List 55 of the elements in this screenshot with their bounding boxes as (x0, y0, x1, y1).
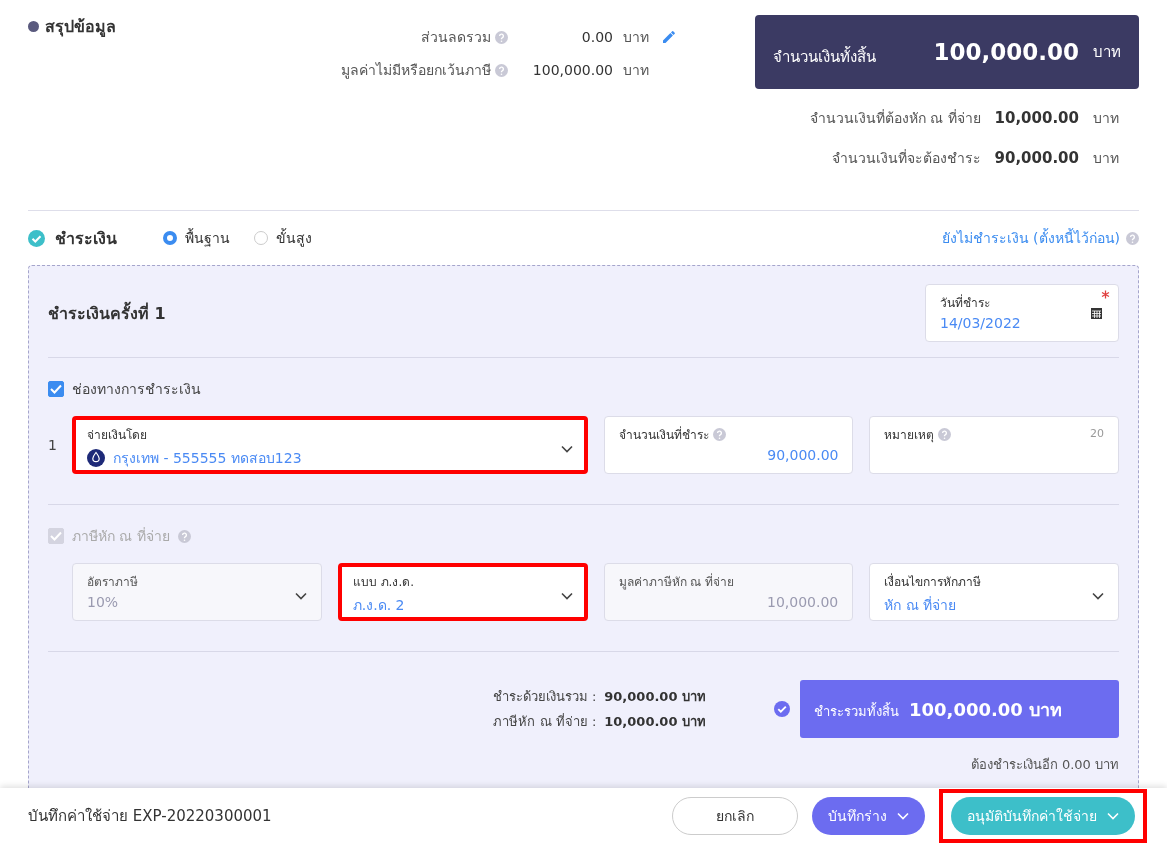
grand-total-label: ชำระรวมทั้งสิ้น (814, 701, 899, 721)
checkbox[interactable] (48, 381, 64, 397)
chevron-down-icon (294, 592, 307, 600)
summary-label: จำนวนเงินที่จะต้องชำระ (831, 148, 981, 168)
readonly-field: มูลค่าภาษีหัก ณ ที่จ่าย 10,000.00 (603, 563, 854, 621)
note-field[interactable]: หมายเหตุ 20 (869, 416, 1119, 474)
help-icon (1126, 231, 1139, 245)
summary-label: ส่วนลดรวม (421, 28, 491, 47)
section-title: ชำระเงิน (55, 227, 117, 250)
summary-value: 0.00 (580, 29, 613, 45)
document-title: บันทึกค่าใช้จ่าย EXP-20220300001 (28, 806, 272, 827)
help-icon (495, 30, 508, 44)
total-label: ภาษีหัก ณ ที่จ่าย : (493, 712, 597, 731)
row-number: 1 (48, 437, 56, 453)
total-label: จำนวนเงินทั้งสิ้น (773, 45, 876, 68)
panel-title: ชำระเงินครั้งที่ 1 (48, 300, 166, 325)
help-icon (712, 428, 726, 441)
radio-option[interactable]: ขั้นสูง (254, 227, 312, 249)
unit-label: บาท (1093, 42, 1121, 63)
calendar-icon (1091, 308, 1102, 319)
section-label: ช่องทางการชำระเงิน (72, 380, 201, 399)
unit-label: บาท (623, 61, 649, 80)
summary-value: 90,000.00 (994, 149, 1079, 167)
cancel-button[interactable]: ยกเลิก (672, 797, 798, 835)
unit-label: บาท (1093, 149, 1119, 168)
section-label: ภาษีหัก ณ ที่จ่าย (72, 526, 170, 546)
amount-field[interactable]: จำนวนเงินที่ชำระ 90,000.00 (603, 416, 854, 474)
radio-option[interactable]: พื้นฐาน (163, 227, 230, 249)
help-icon (938, 428, 952, 441)
payment-method-select[interactable]: จ่ายเงินโดย กรุงเทพ - 555555 ทดสอบ123 (72, 416, 588, 474)
summary-value: 10,000.00 (994, 109, 1079, 127)
unit-label: บาท (1093, 109, 1119, 128)
chevron-down-icon (560, 445, 573, 453)
help-icon (495, 63, 508, 77)
pencil-icon[interactable] (661, 29, 677, 45)
total-value: 90,000.00 บาท (604, 688, 706, 706)
defer-payment-link[interactable]: ยังไม่ชำระเงิน (ตั้งหนี้ไว้ก่อน) (941, 227, 1120, 249)
grand-total-amount: 100,000.00 บาท (909, 697, 1063, 722)
summary-label: จำนวนเงินที่ต้องหัก ณ ที่จ่าย (809, 108, 981, 128)
bank-logo-icon (87, 449, 105, 467)
unit-label: บาท (623, 28, 649, 47)
dropdown-button[interactable]: บันทึกร่าง (812, 797, 925, 835)
remaining-amount: ต้องชำระเงินอีก 0.00 บาท (969, 756, 1119, 774)
total-label: ชำระด้วยเงินรวม : (492, 688, 597, 706)
chevron-down-icon (1092, 592, 1104, 600)
summary-value: 100,000.00 (531, 62, 613, 78)
section-title: สรุปข้อมูล (45, 16, 116, 39)
total-value: 10,000.00 บาท (604, 713, 706, 731)
total-amount: 100,000.00 (933, 39, 1079, 65)
character-counter: 20 (1090, 427, 1104, 440)
summary-label: มูลค่าไม่มีหรือยกเว้นภาษี (341, 61, 491, 81)
chevron-down-icon (560, 592, 573, 600)
help-icon (177, 529, 191, 543)
bullet-dot (28, 21, 39, 32)
date-field[interactable]: วันที่ชำระ 14/03/2022 (925, 284, 1119, 342)
